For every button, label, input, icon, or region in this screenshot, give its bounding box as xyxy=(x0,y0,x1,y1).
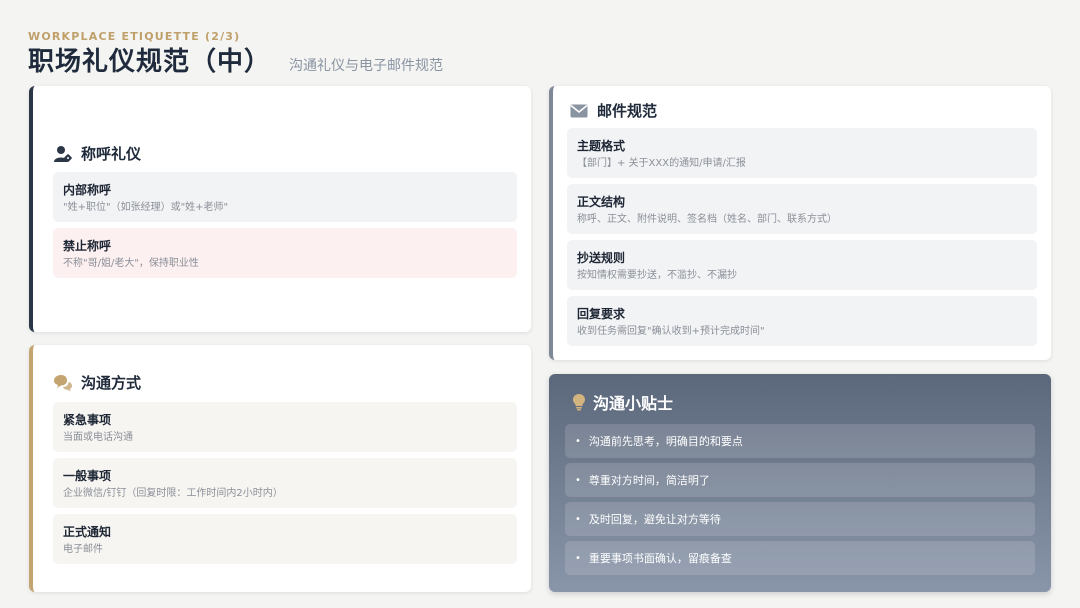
bullet-icon: • xyxy=(575,513,581,525)
item-desc: "姓+职位"（如张经理）或"姓+老师" xyxy=(63,202,229,213)
tip-text: 及时回复，避免让对方等待 xyxy=(588,513,721,526)
address-card-header: 称呼礼仪 xyxy=(53,143,517,164)
tip-item: • 沟通前先思考，明确目的和要点 xyxy=(565,424,1035,458)
address-card-title: 称呼礼仪 xyxy=(81,145,142,163)
item-desc: 不称"哥/姐/老大"，保持职业性 xyxy=(63,258,199,269)
item-label: 禁止称呼 xyxy=(63,239,112,253)
tips-list: • 沟通前先思考，明确目的和要点 • 尊重对方时间，简洁明了 • 及时回复，避免… xyxy=(565,424,1035,575)
page-title: 职场礼仪规范（中） xyxy=(28,47,272,77)
item-label: 正式通知 xyxy=(63,525,112,539)
page-header: WORKPLACE ETIQUETTE (2/3) 职场礼仪规范（中） 沟通礼仪… xyxy=(28,30,1048,78)
chat-bubbles-icon xyxy=(53,373,73,393)
list-item-formal: 正式通知 电子邮件 xyxy=(53,514,517,564)
bullet-icon: • xyxy=(575,435,581,447)
list-item-internal-address: 内部称呼 "姓+职位"（如张经理）或"姓+老师" xyxy=(53,172,517,222)
page-subtitle: 沟通礼仪与电子邮件规范 xyxy=(289,58,444,74)
lightbulb-icon xyxy=(569,392,589,412)
tip-text: 尊重对方时间，简洁明了 xyxy=(588,474,710,487)
item-label: 一般事项 xyxy=(63,469,112,483)
tip-text: 沟通前先思考，明确目的和要点 xyxy=(588,435,743,448)
list-item-reply-requirements: 回复要求 收到任务需回复"确认收到+预计完成时间" xyxy=(567,296,1037,346)
item-desc: 称呼、正文、附件说明、签名档（姓名、部门、联系方式） xyxy=(577,214,837,225)
communication-card-title: 沟通方式 xyxy=(81,374,142,392)
email-card-title: 邮件规范 xyxy=(597,102,658,120)
email-items: 主题格式 【部门】+ 关于XXX的通知/申请/汇报 正文结构 称呼、正文、附件说… xyxy=(567,128,1037,346)
email-standards-card: 邮件规范 主题格式 【部门】+ 关于XXX的通知/申请/汇报 正文结构 称呼、正… xyxy=(549,86,1051,360)
communication-method-card: 沟通方式 紧急事项 当面或电话沟通 一般事项 企业微信/钉钉（回复时限：工作时间… xyxy=(29,345,531,592)
address-items: 内部称呼 "姓+职位"（如张经理）或"姓+老师" 禁止称呼 不称"哥/姐/老大"… xyxy=(53,172,517,278)
section-eyebrow: WORKPLACE ETIQUETTE (2/3) xyxy=(28,30,241,43)
address-etiquette-card: 称呼礼仪 内部称呼 "姓+职位"（如张经理）或"姓+老师" 禁止称呼 不称"哥/… xyxy=(29,86,531,332)
item-label: 抄送规则 xyxy=(577,251,626,265)
tip-text: 重要事项书面确认，留痕备查 xyxy=(588,552,732,565)
item-desc: 收到任务需回复"确认收到+预计完成时间" xyxy=(577,326,765,337)
item-label: 主题格式 xyxy=(577,139,626,153)
tip-item: • 重要事项书面确认，留痕备查 xyxy=(565,541,1035,575)
list-item-subject-format: 主题格式 【部门】+ 关于XXX的通知/申请/汇报 xyxy=(567,128,1037,178)
item-label: 回复要求 xyxy=(577,307,626,321)
bullet-icon: • xyxy=(575,474,581,486)
envelope-icon xyxy=(569,101,589,121)
user-tag-icon xyxy=(53,144,73,164)
communication-card-header: 沟通方式 xyxy=(53,372,517,393)
title-row: 职场礼仪规范（中） 沟通礼仪与电子邮件规范 xyxy=(28,46,1048,78)
item-desc: 当面或电话沟通 xyxy=(63,432,133,443)
item-label: 内部称呼 xyxy=(63,183,112,197)
item-label: 正文结构 xyxy=(577,195,626,209)
item-desc: 电子邮件 xyxy=(63,544,103,555)
bullet-icon: • xyxy=(575,552,581,564)
tip-item: • 及时回复，避免让对方等待 xyxy=(565,502,1035,536)
list-item-forbidden-address: 禁止称呼 不称"哥/姐/老大"，保持职业性 xyxy=(53,228,517,278)
list-item-cc-rules: 抄送规则 按知情权需要抄送，不滥抄、不漏抄 xyxy=(567,240,1037,290)
item-desc: 按知情权需要抄送，不滥抄、不漏抄 xyxy=(577,270,737,281)
tip-item: • 尊重对方时间，简洁明了 xyxy=(565,463,1035,497)
item-desc: 【部门】+ 关于XXX的通知/申请/汇报 xyxy=(577,158,746,169)
list-item-urgent: 紧急事项 当面或电话沟通 xyxy=(53,402,517,452)
item-label: 紧急事项 xyxy=(63,413,112,427)
communication-tips-card: 沟通小贴士 • 沟通前先思考，明确目的和要点 • 尊重对方时间，简洁明了 • 及… xyxy=(549,374,1051,592)
tips-card-header: 沟通小贴士 xyxy=(569,390,1035,414)
item-desc: 企业微信/钉钉（回复时限：工作时间内2小时内） xyxy=(63,488,283,499)
list-item-general: 一般事项 企业微信/钉钉（回复时限：工作时间内2小时内） xyxy=(53,458,517,508)
email-card-header: 邮件规范 xyxy=(569,100,1037,121)
list-item-body-structure: 正文结构 称呼、正文、附件说明、签名档（姓名、部门、联系方式） xyxy=(567,184,1037,234)
tips-card-title: 沟通小贴士 xyxy=(593,394,674,413)
communication-items: 紧急事项 当面或电话沟通 一般事项 企业微信/钉钉（回复时限：工作时间内2小时内… xyxy=(53,402,517,564)
